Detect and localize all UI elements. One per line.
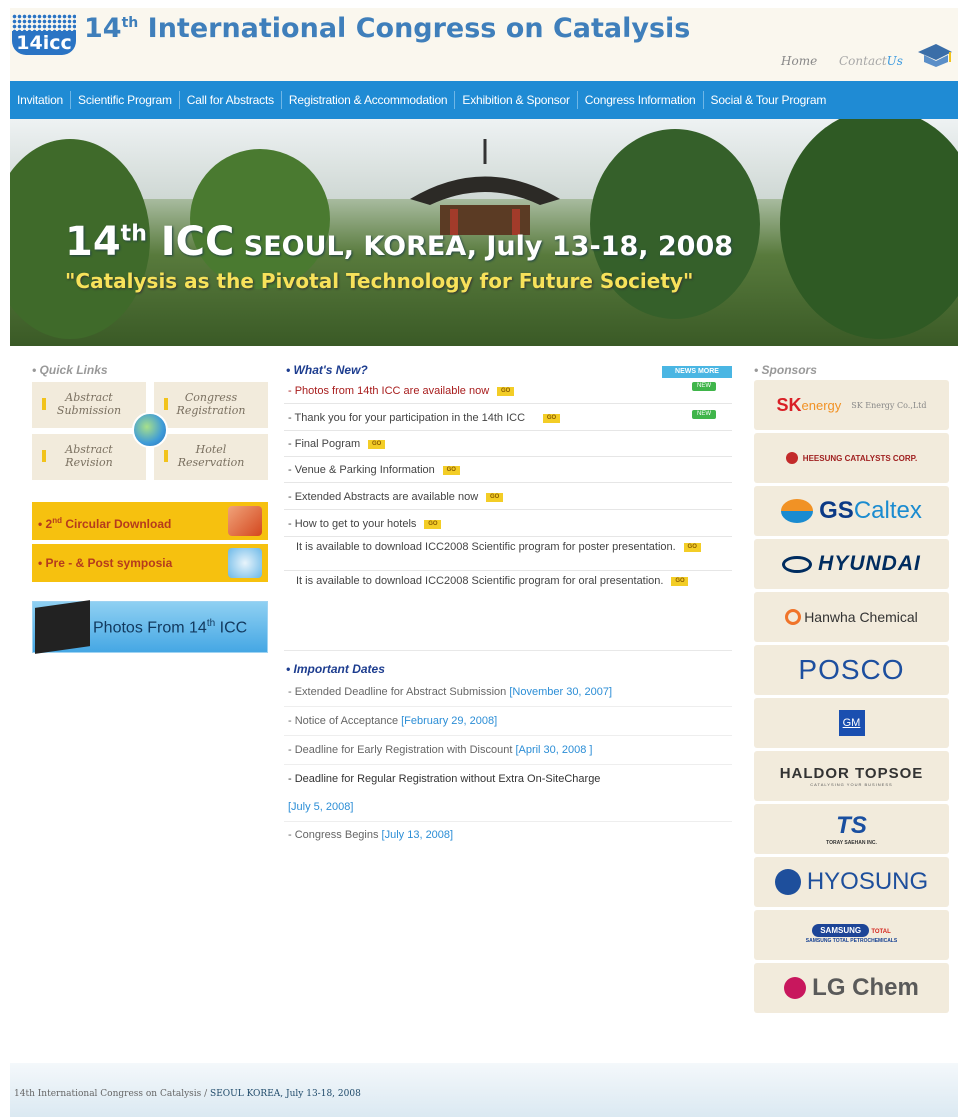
photos-label: Photos From 14th ICC	[93, 618, 248, 637]
news-item[interactable]: - Venue & Parking Information GO	[284, 457, 732, 483]
date-item: [July 5, 2008]	[284, 793, 732, 822]
quick-links: Abstract Submission Congress Registration …	[32, 382, 268, 480]
sponsors-list: SK energy SK Energy Co.,Ltd HEESUNG CATALY…	[754, 380, 949, 1016]
gm-logo: GM	[838, 710, 865, 736]
date-item: - Extended Deadline for Abstract Submiss…	[284, 678, 732, 707]
footer: 14th International Congress on Catalysis…	[10, 1063, 958, 1117]
icc-logo[interactable]: 14icc	[12, 14, 76, 55]
important-dates-list: - Extended Deadline for Abstract Submiss…	[284, 678, 732, 848]
sponsor-haldor-topsoe[interactable]: HALDOR TOPSOE CATALYSING YOUR BUSINESS	[754, 751, 949, 801]
quick-links-heading: • Quick Links	[32, 363, 108, 377]
sponsors-heading: • Sponsors	[754, 363, 817, 377]
sponsor-gs-caltex[interactable]: GS Caltex	[754, 486, 949, 536]
news-item[interactable]: - Extended Abstracts are available now GO	[284, 483, 732, 510]
important-dates-heading: • Important Dates	[286, 662, 385, 676]
photos-from-14th-icc-button[interactable]: Photos From 14th ICC	[32, 600, 268, 654]
logo-text: 14icc	[12, 31, 76, 55]
nav-social-tour[interactable]: Social & Tour Program	[704, 91, 834, 109]
sponsor-hyundai[interactable]: HYUNDAI	[754, 539, 949, 589]
home-link[interactable]: Home	[781, 54, 817, 68]
nav-registration[interactable]: Registration & Accommodation	[282, 91, 456, 109]
go-badge: GO	[424, 519, 442, 529]
go-badge: GO	[543, 413, 561, 423]
news-item[interactable]: - How to get to your hotels GO	[284, 510, 732, 537]
news-item[interactable]: It is available to download ICC2008 Scie…	[284, 537, 732, 571]
new-badge: NEW	[692, 410, 716, 419]
sponsor-heesung[interactable]: HEESUNG CATALYSTS CORP.	[754, 433, 949, 483]
date-item: - Congress Begins [July 13, 2008]	[288, 829, 454, 841]
logo-dots-icon	[12, 14, 76, 32]
download-doc-icon	[228, 506, 262, 536]
congress-registration-link[interactable]: Congress Registration	[154, 382, 268, 428]
bullet-bar	[42, 450, 46, 462]
bullet-bar	[42, 398, 46, 410]
nav-scientific-program[interactable]: Scientific Program	[71, 91, 180, 109]
go-badge: GO	[486, 492, 504, 502]
site-title: 14th International Congress on Catalysis	[84, 13, 691, 44]
sponsor-toray-saehan[interactable]: TS TORAY SAEHAN INC.	[754, 804, 949, 854]
go-badge: GO	[368, 439, 386, 449]
nav-invitation[interactable]: Invitation	[10, 91, 72, 109]
hanwha-logo-icon	[785, 609, 802, 625]
news-item[interactable]: It is available to download ICC2008 Scie…	[284, 571, 732, 605]
contact-us-link[interactable]: ContactUs	[839, 54, 903, 68]
date-item: - Notice of Acceptance [February 29, 200…	[284, 707, 732, 736]
header: 14icc 14th International Congress on Cat…	[10, 8, 958, 81]
nav-exhibition[interactable]: Exhibition & Sponsor	[455, 91, 578, 109]
date-item: - Deadline for Regular Registration with…	[288, 773, 601, 785]
whats-new-heading: • What's New?	[286, 363, 368, 377]
new-badge: NEW	[692, 382, 716, 391]
sponsor-hyosung[interactable]: HYOSUNG	[754, 857, 949, 907]
bullet-bar	[164, 398, 168, 410]
banner-title: 14th ICC SEOUL, KOREA, July 13-18, 2008	[65, 219, 734, 265]
lg-logo-icon	[784, 977, 807, 999]
news-list: - Photos from 14th ICC are available now…	[284, 380, 732, 605]
news-item[interactable]: - Thank you for your participation in th…	[284, 404, 732, 431]
sponsor-sk-energy[interactable]: SK energy SK Energy Co.,Ltd	[754, 380, 949, 430]
nav-congress-information[interactable]: Congress Information	[578, 91, 704, 109]
abstract-revision-link[interactable]: Abstract Revision	[32, 434, 146, 480]
hero-banner: 14th ICC SEOUL, KOREA, July 13-18, 2008 …	[10, 119, 958, 346]
globe-icon	[132, 412, 168, 448]
go-badge: GO	[442, 465, 460, 475]
divider	[284, 650, 732, 651]
sponsor-hanwha[interactable]: Hanwha Chemical	[754, 592, 949, 642]
hyundai-logo-icon	[782, 555, 813, 573]
abstract-submission-link[interactable]: Abstract Submission	[32, 382, 146, 428]
go-badge: GO	[497, 386, 515, 396]
main-nav: Invitation Scientific Program Call for A…	[10, 81, 958, 119]
film-strip-icon	[35, 600, 90, 654]
news-item[interactable]: - Final Pogram GO	[284, 431, 732, 457]
banner-tree	[780, 119, 958, 339]
hotel-reservation-link[interactable]: Hotel Reservation	[154, 434, 268, 480]
news-more-button[interactable]: NEWS MORE	[662, 366, 732, 378]
pre-post-symposia-button[interactable]: • Pre - & Post symposia	[32, 544, 268, 582]
footer-text: 14th International Congress on Catalysis…	[14, 1089, 361, 1099]
bullet-bar	[164, 450, 168, 462]
banner-subtitle: "Catalysis as the Pivotal Technology for…	[65, 269, 694, 293]
second-circular-download-button[interactable]: • 2nd Circular Download	[32, 502, 268, 540]
gs-logo-icon	[781, 499, 814, 523]
go-badge: GO	[683, 542, 701, 552]
go-badge: GO	[671, 576, 689, 586]
sponsor-posco[interactable]: POSCO	[754, 645, 949, 695]
sponsor-lg-chem[interactable]: LG Chem	[754, 963, 949, 1013]
graduation-cap-icon	[918, 44, 952, 67]
hyosung-logo-icon	[774, 869, 801, 895]
sponsor-samsung-total[interactable]: SAMSUNG TOTAL SAMSUNG TOTAL PETROCHEMICAL…	[754, 910, 949, 960]
heesung-logo-icon	[785, 452, 798, 464]
news-item[interactable]: - Photos from 14th ICC are available now…	[284, 380, 732, 404]
sponsor-gm[interactable]: GM	[754, 698, 949, 748]
nav-call-for-abstracts[interactable]: Call for Abstracts	[180, 91, 282, 109]
globe-hand-icon	[228, 548, 262, 578]
date-item: - Deadline for Early Registration with D…	[284, 736, 732, 765]
